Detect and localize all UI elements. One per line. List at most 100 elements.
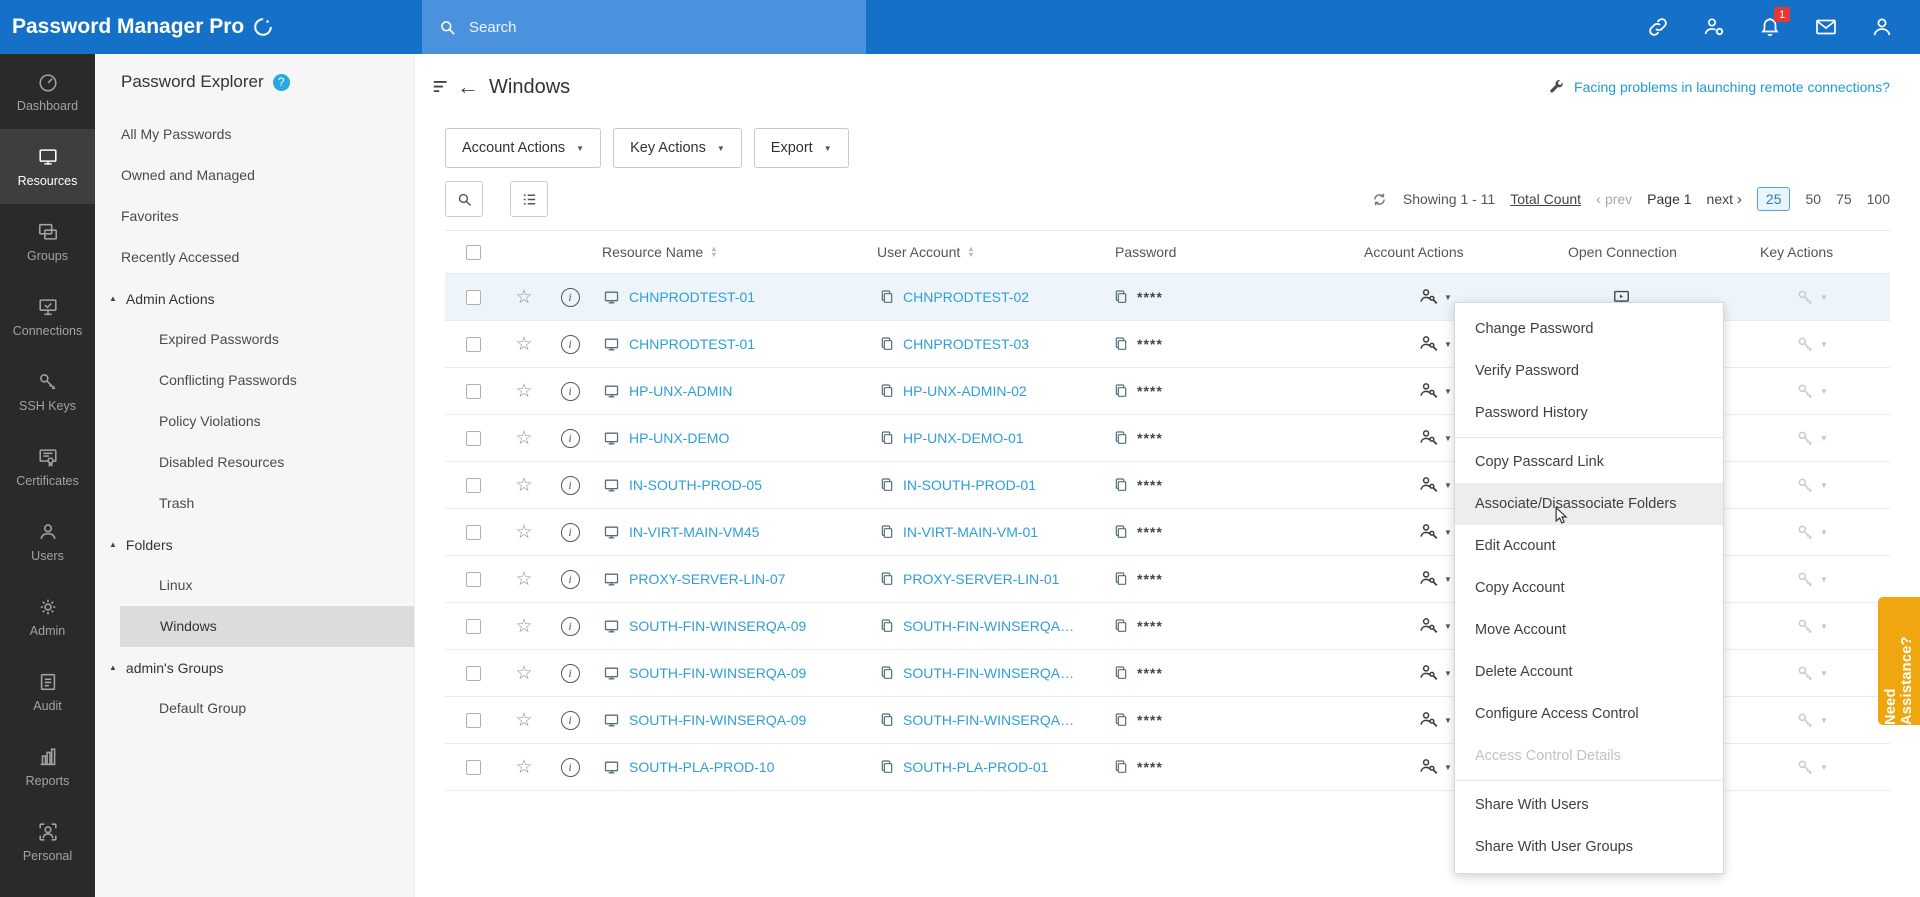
sidebar-item-dashboard[interactable]: Dashboard: [0, 54, 95, 129]
copy-icon[interactable]: [879, 430, 895, 446]
remote-problems-link[interactable]: Facing problems in launching remote conn…: [1574, 79, 1890, 95]
copy-icon[interactable]: [879, 383, 895, 399]
list-view-button[interactable]: [510, 181, 548, 217]
copy-password-icon[interactable]: [1113, 759, 1129, 775]
column-header-user-account[interactable]: User Account ▲ ▼: [873, 244, 1105, 260]
chevron-down-icon[interactable]: ▼: [1444, 387, 1452, 396]
info-icon[interactable]: i: [560, 757, 580, 777]
user-account-link[interactable]: SOUTH-PLA-PROD-01: [903, 759, 1048, 775]
chevron-down-icon[interactable]: ▼: [1444, 763, 1452, 772]
copy-password-icon[interactable]: [1113, 618, 1129, 634]
copy-password-icon[interactable]: [1113, 430, 1129, 446]
account-actions-icon[interactable]: [1419, 616, 1439, 636]
row-checkbox[interactable]: [465, 524, 481, 540]
favorite-star-icon[interactable]: ☆: [515, 380, 532, 403]
chevron-down-icon[interactable]: ▼: [1820, 763, 1828, 772]
page-size-100[interactable]: 100: [1867, 191, 1890, 207]
explorer-item-disabled-resources[interactable]: Disabled Resources: [95, 442, 414, 483]
account-actions-icon[interactable]: [1419, 522, 1439, 542]
context-menu-item[interactable]: Delete Account: [1455, 651, 1723, 693]
key-actions-icon[interactable]: [1796, 617, 1815, 636]
sort-icon[interactable]: ▲ ▼: [710, 245, 717, 259]
favorite-star-icon[interactable]: ☆: [515, 756, 532, 779]
resource-name-link[interactable]: SOUTH-FIN-WINSERQA-09: [629, 665, 806, 681]
mail-icon[interactable]: [1814, 15, 1838, 39]
explorer-item-trash[interactable]: Trash: [95, 483, 414, 524]
chevron-down-icon[interactable]: ▼: [1820, 669, 1828, 678]
favorite-star-icon[interactable]: ☆: [515, 568, 532, 591]
context-menu-item[interactable]: Configure Access Control: [1455, 693, 1723, 735]
sidebar-item-certificates[interactable]: Certificates: [0, 429, 95, 504]
chevron-down-icon[interactable]: ▼: [1820, 340, 1828, 349]
user-account-link[interactable]: IN-VIRT-MAIN-VM-01: [903, 524, 1038, 540]
copy-password-icon[interactable]: [1113, 383, 1129, 399]
user-account-link[interactable]: SOUTH-FIN-WINSERQA…: [903, 665, 1074, 681]
copy-password-icon[interactable]: [1113, 571, 1129, 587]
info-icon[interactable]: i: [560, 522, 580, 542]
info-icon[interactable]: i: [560, 334, 580, 354]
account-actions-icon[interactable]: [1419, 757, 1439, 777]
user-admin-icon[interactable]: [1702, 15, 1726, 39]
key-actions-icon[interactable]: [1796, 429, 1815, 448]
page-size-25[interactable]: 25: [1756, 187, 1791, 211]
explorer-section-admins-groups[interactable]: ▲ admin's Groups: [95, 647, 414, 688]
row-checkbox[interactable]: [465, 759, 481, 775]
explorer-item-recently-accessed[interactable]: Recently Accessed: [95, 237, 414, 278]
copy-password-icon[interactable]: [1113, 477, 1129, 493]
explorer-item-expired-passwords[interactable]: Expired Passwords: [95, 319, 414, 360]
context-menu-item[interactable]: Share With User Groups: [1455, 826, 1723, 868]
context-menu-item[interactable]: Share With Users: [1455, 784, 1723, 826]
favorite-star-icon[interactable]: ☆: [515, 427, 532, 450]
user-account-link[interactable]: IN-SOUTH-PROD-01: [903, 477, 1036, 493]
resource-name-link[interactable]: IN-SOUTH-PROD-05: [629, 477, 762, 493]
key-actions-icon[interactable]: [1796, 288, 1815, 307]
account-actions-icon[interactable]: [1419, 381, 1439, 401]
resource-name-link[interactable]: PROXY-SERVER-LIN-07: [629, 571, 785, 587]
user-account-link[interactable]: SOUTH-FIN-WINSERQA…: [903, 618, 1074, 634]
copy-icon[interactable]: [879, 477, 895, 493]
favorite-star-icon[interactable]: ☆: [515, 474, 532, 497]
copy-icon[interactable]: [879, 289, 895, 305]
explorer-item-linux[interactable]: Linux: [95, 565, 414, 606]
chevron-down-icon[interactable]: ▼: [1444, 434, 1452, 443]
sidebar-item-ssh-keys[interactable]: SSH Keys: [0, 354, 95, 429]
column-header-resource-name[interactable]: Resource Name ▲ ▼: [593, 244, 873, 260]
row-checkbox[interactable]: [465, 665, 481, 681]
explorer-item-policy-violations[interactable]: Policy Violations: [95, 401, 414, 442]
info-icon[interactable]: i: [560, 428, 580, 448]
need-assistance-tab[interactable]: Need Assistance?: [1878, 597, 1920, 725]
export-button[interactable]: Export ▼: [753, 128, 849, 168]
info-icon[interactable]: i: [560, 569, 580, 589]
user-account-link[interactable]: SOUTH-FIN-WINSERQA…: [903, 712, 1074, 728]
row-checkbox[interactable]: [465, 383, 481, 399]
explorer-section-folders[interactable]: ▲ Folders: [95, 524, 414, 565]
resource-name-link[interactable]: SOUTH-PLA-PROD-10: [629, 759, 774, 775]
page-size-50[interactable]: 50: [1805, 191, 1821, 207]
copy-password-icon[interactable]: [1113, 524, 1129, 540]
context-menu-item[interactable]: Verify Password: [1455, 350, 1723, 392]
chevron-down-icon[interactable]: ▼: [1820, 387, 1828, 396]
context-menu-item[interactable]: Copy Passcard Link: [1455, 441, 1723, 483]
resource-name-link[interactable]: CHNPRODTEST-01: [629, 289, 755, 305]
prev-page-button[interactable]: ‹ prev: [1596, 191, 1632, 208]
favorite-star-icon[interactable]: ☆: [515, 709, 532, 732]
sidebar-item-audit[interactable]: Audit: [0, 654, 95, 729]
user-account-link[interactable]: CHNPRODTEST-03: [903, 336, 1029, 352]
next-page-button[interactable]: next ›: [1707, 191, 1742, 208]
explorer-item-favorites[interactable]: Favorites: [95, 196, 414, 237]
favorite-star-icon[interactable]: ☆: [515, 662, 532, 685]
context-menu-item[interactable]: Move Account: [1455, 609, 1723, 651]
chevron-down-icon[interactable]: ▼: [1444, 669, 1452, 678]
copy-password-icon[interactable]: [1113, 336, 1129, 352]
user-account-link[interactable]: HP-UNX-DEMO-01: [903, 430, 1024, 446]
back-arrow-icon[interactable]: ←: [457, 74, 479, 100]
remote-connection-icon[interactable]: [1646, 15, 1670, 39]
explorer-item-windows[interactable]: Windows: [120, 606, 414, 647]
key-actions-button[interactable]: Key Actions ▼: [613, 128, 742, 168]
info-icon[interactable]: i: [560, 475, 580, 495]
info-icon[interactable]: i: [560, 710, 580, 730]
row-checkbox[interactable]: [465, 430, 481, 446]
info-icon[interactable]: i: [560, 287, 580, 307]
notifications-bell-icon[interactable]: 1: [1758, 7, 1790, 39]
copy-icon[interactable]: [879, 524, 895, 540]
